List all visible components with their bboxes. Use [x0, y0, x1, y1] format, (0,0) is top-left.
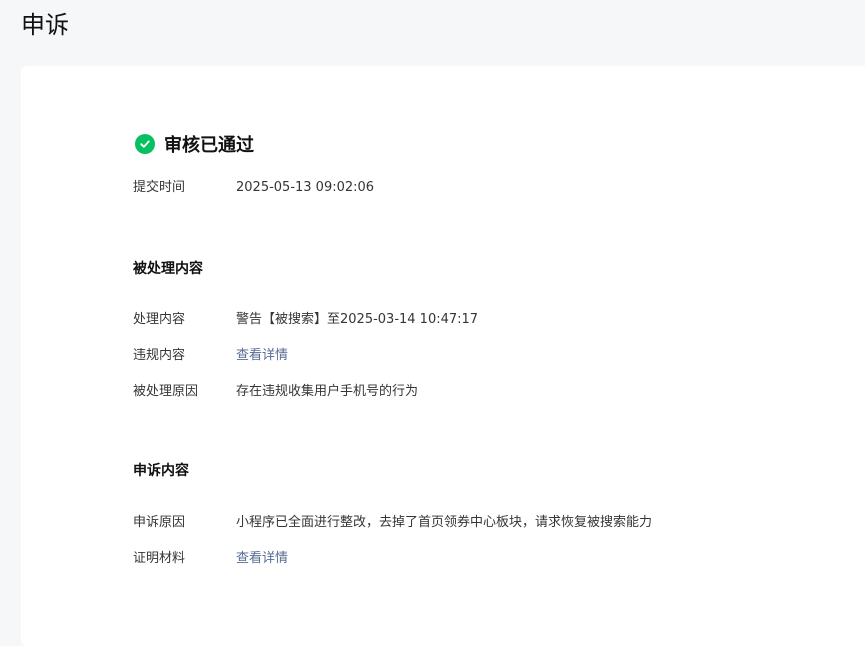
handled-section-title: 被处理内容	[133, 261, 203, 277]
evidence-label: 证明材料	[133, 551, 186, 566]
evidence-details-link[interactable]: 查看详情	[236, 551, 288, 566]
appeal-reason-value: 小程序已全面进行整改，去掉了首页领券中心板块，请求恢复被搜索能力	[236, 515, 653, 530]
handled-content-value: 警告【被搜索】至2025-03-14 10:47:17	[236, 312, 479, 327]
violation-details-link-wrap: 查看详情	[236, 346, 288, 366]
violation-content-label: 违规内容	[133, 348, 186, 363]
appeal-section-title: 申诉内容	[133, 463, 189, 479]
appeal-reason-label: 申诉原因	[133, 515, 186, 530]
page-title: 申诉	[21, 11, 69, 39]
submit-time-label: 提交时间	[133, 180, 186, 195]
violation-details-link[interactable]: 查看详情	[236, 348, 288, 363]
check-circle-icon	[135, 134, 155, 154]
handled-reason-value: 存在违规收集用户手机号的行为	[236, 384, 419, 399]
appeal-detail-card: 审核已通过 提交时间 2025-05-13 09:02:06 被处理内容 处理内…	[21, 66, 865, 646]
review-status-text: 审核已通过	[164, 135, 254, 156]
evidence-details-link-wrap: 查看详情	[236, 549, 288, 569]
submit-time-value: 2025-05-13 09:02:06	[236, 180, 375, 195]
handled-content-label: 处理内容	[133, 312, 186, 327]
review-status: 审核已通过	[133, 131, 254, 157]
handled-reason-label: 被处理原因	[133, 384, 199, 399]
